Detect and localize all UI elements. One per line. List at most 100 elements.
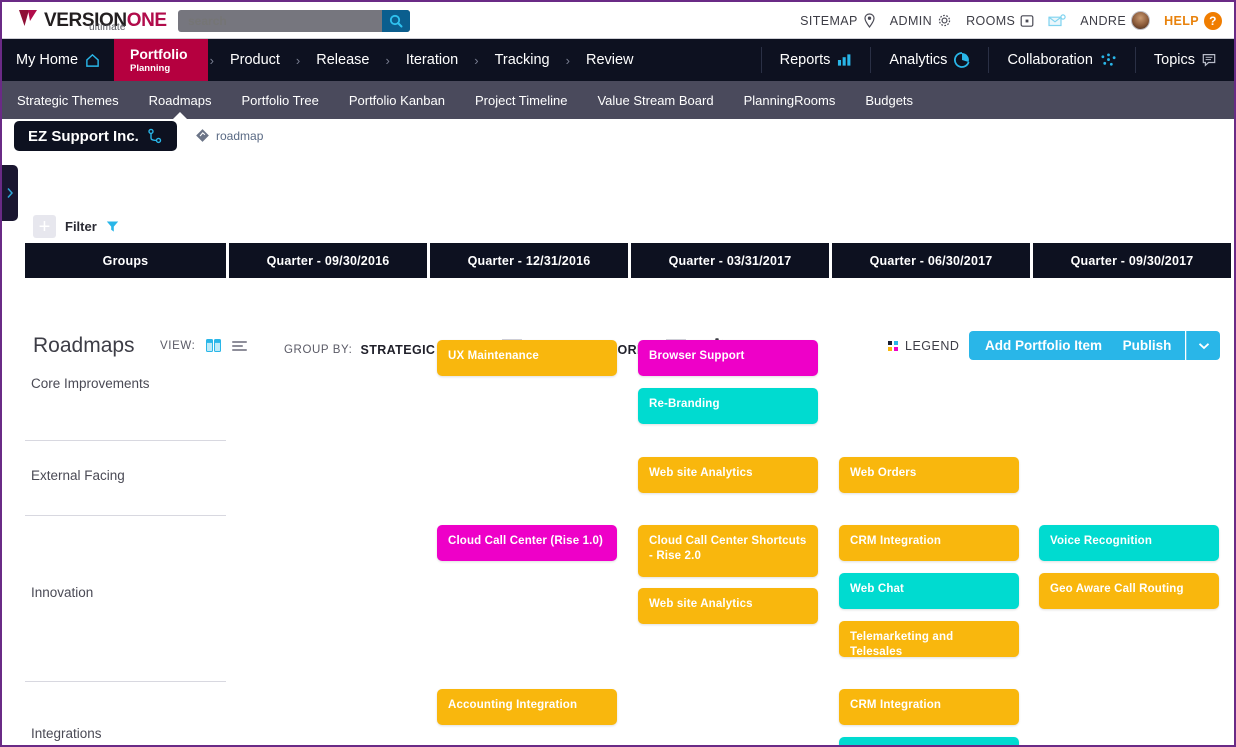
- nav-tracking-label: Tracking: [495, 52, 550, 68]
- column-header-quarter-1: Quarter - 09/30/2016: [229, 243, 427, 278]
- nav-reports[interactable]: Reports: [762, 39, 871, 81]
- roadmap-card[interactable]: Re-Branding: [638, 388, 818, 424]
- nav-separator: ›: [208, 39, 216, 81]
- group-label-core-improvements: Core Improvements: [31, 376, 150, 391]
- search-input[interactable]: [178, 14, 382, 28]
- roadmap-card[interactable]: UX Maintenance: [437, 340, 617, 376]
- group-divider: [25, 681, 226, 682]
- versionone-logo-icon: [18, 8, 40, 28]
- nav-my-home[interactable]: My Home: [2, 39, 114, 81]
- roadmap-card[interactable]: Cloud Call Center (Rise 1.0): [437, 525, 617, 561]
- subnav-budgets[interactable]: Budgets: [850, 81, 928, 119]
- roadmap-card[interactable]: Web site Analytics: [638, 457, 818, 493]
- nav-portfolio-label: Portfolio: [130, 46, 188, 62]
- nav-separator: ›: [564, 39, 572, 81]
- main-navigation-right: Reports Analytics: [761, 39, 1234, 81]
- roadmap-card[interactable]: CRM Integration: [839, 525, 1019, 561]
- logo-one-text: ONE: [127, 10, 167, 31]
- help-link[interactable]: HELP ?: [1164, 12, 1222, 30]
- subnav-value-stream-board[interactable]: Value Stream Board: [582, 81, 728, 119]
- subnav-portfolio-kanban[interactable]: Portfolio Kanban: [334, 81, 460, 119]
- nav-release-label: Release: [316, 52, 369, 68]
- nav-iteration[interactable]: Iteration: [392, 39, 472, 81]
- pie-chart-icon: [954, 52, 970, 68]
- group-divider: [25, 515, 226, 516]
- group-divider: [25, 440, 226, 441]
- filter-label[interactable]: Filter: [65, 219, 97, 234]
- roadmap-card[interactable]: Geo Aware Call Routing: [1039, 573, 1219, 609]
- breadcrumb-label: roadmap: [216, 129, 263, 143]
- gear-icon: [937, 13, 952, 28]
- column-header-groups: Groups: [25, 243, 226, 278]
- roadmap-card[interactable]: Telemarketing and Telesales: [839, 621, 1019, 657]
- avatar: [1131, 11, 1150, 30]
- nav-portfolio-sublabel: Planning: [130, 63, 188, 74]
- nav-release[interactable]: Release: [302, 39, 383, 81]
- nav-portfolio-planning[interactable]: Portfolio Planning: [114, 39, 208, 81]
- filter-row: Filter: [33, 215, 119, 238]
- search-submit-button[interactable]: [382, 10, 410, 32]
- funnel-filter-icon[interactable]: [106, 220, 119, 233]
- add-filter-button[interactable]: [33, 215, 56, 238]
- versionone-roadmaps-page: VERSIONONE ultimate SITEMAP: [0, 0, 1236, 747]
- column-header-quarter-3: Quarter - 03/31/2017: [631, 243, 829, 278]
- group-label-integrations: Integrations: [31, 726, 102, 741]
- global-search[interactable]: [178, 10, 410, 32]
- main-navigation: My Home Portfolio Planning › Product › R…: [2, 39, 1234, 81]
- nav-separator: ›: [383, 39, 391, 81]
- roadmap-diamond-icon: [195, 128, 210, 143]
- subnav-project-timeline[interactable]: Project Timeline: [460, 81, 582, 119]
- subnav-roadmaps[interactable]: Roadmaps: [134, 81, 227, 119]
- sitemap-link[interactable]: SITEMAP: [800, 13, 876, 28]
- location-pin-icon: [863, 13, 876, 28]
- utility-links: SITEMAP ADMIN: [800, 2, 1222, 39]
- nav-collaboration[interactable]: Collaboration: [989, 39, 1134, 81]
- project-name-label: EZ Support Inc.: [28, 128, 139, 145]
- nav-collaboration-label: Collaboration: [1007, 52, 1092, 68]
- roadmap-card[interactable]: Web Orders: [839, 457, 1019, 493]
- breadcrumb[interactable]: roadmap: [195, 128, 263, 143]
- mail-envelope-icon: [1048, 14, 1066, 28]
- help-label: HELP: [1164, 14, 1199, 28]
- top-utility-bar: VERSIONONE ultimate SITEMAP: [2, 2, 1234, 39]
- network-dots-icon: [1100, 53, 1117, 68]
- admin-link[interactable]: ADMIN: [890, 13, 952, 28]
- roadmap-card[interactable]: Accounting Integration: [437, 689, 617, 725]
- sitemap-label: SITEMAP: [800, 14, 858, 28]
- roadmap-card[interactable]: CRM Integration: [839, 689, 1019, 725]
- roadmap-toolbar: Roadmaps VIEW: GROUP BY: STRATEGIC THEME…: [2, 162, 1234, 212]
- messages-link[interactable]: [1048, 14, 1066, 28]
- subnav-portfolio-tree[interactable]: Portfolio Tree: [227, 81, 334, 119]
- user-menu[interactable]: ANDRE: [1080, 11, 1150, 30]
- nav-iteration-label: Iteration: [406, 52, 458, 68]
- group-label-external-facing: External Facing: [31, 468, 125, 483]
- home-icon: [85, 53, 100, 68]
- nav-product[interactable]: Product: [216, 39, 294, 81]
- bar-chart-icon: [837, 53, 852, 67]
- rooms-link[interactable]: ROOMS: [966, 14, 1034, 28]
- nav-tracking[interactable]: Tracking: [481, 39, 564, 81]
- column-header-quarter-2: Quarter - 12/31/2016: [430, 243, 628, 278]
- group-label-column: Core Improvements External Facing Innova…: [25, 288, 226, 747]
- nav-separator: ›: [294, 39, 302, 81]
- rooms-label: ROOMS: [966, 14, 1015, 28]
- roadmap-board: Groups Quarter - 09/30/2016 Quarter - 12…: [25, 243, 1231, 743]
- nav-review-label: Review: [586, 52, 634, 68]
- project-bar: EZ Support Inc. roadmap: [2, 119, 1234, 157]
- roadmap-card[interactable]: Web Chat: [839, 573, 1019, 609]
- nav-reports-label: Reports: [780, 52, 831, 68]
- nav-analytics[interactable]: Analytics: [871, 39, 988, 81]
- subnav-strategic-themes[interactable]: Strategic Themes: [2, 81, 134, 119]
- magnifier-icon: [389, 14, 403, 28]
- nav-topics[interactable]: Topics: [1136, 39, 1234, 81]
- roadmap-card[interactable]: Voice Recognition: [1039, 525, 1219, 561]
- roadmap-card[interactable]: Web site Analytics: [638, 588, 818, 624]
- roadmap-card[interactable]: Cloud Call Center Shortcuts - Rise 2.0: [638, 525, 818, 577]
- nav-review[interactable]: Review: [572, 39, 648, 81]
- roadmap-card[interactable]: Browser Support: [638, 340, 818, 376]
- board-body: Core Improvements External Facing Innova…: [25, 288, 1231, 747]
- roadmap-card[interactable]: Social Media Integration: [839, 737, 1019, 747]
- project-selector[interactable]: EZ Support Inc.: [14, 121, 177, 151]
- column-header-quarter-5: Quarter - 09/30/2017: [1033, 243, 1231, 278]
- subnav-planning-rooms[interactable]: PlanningRooms: [729, 81, 851, 119]
